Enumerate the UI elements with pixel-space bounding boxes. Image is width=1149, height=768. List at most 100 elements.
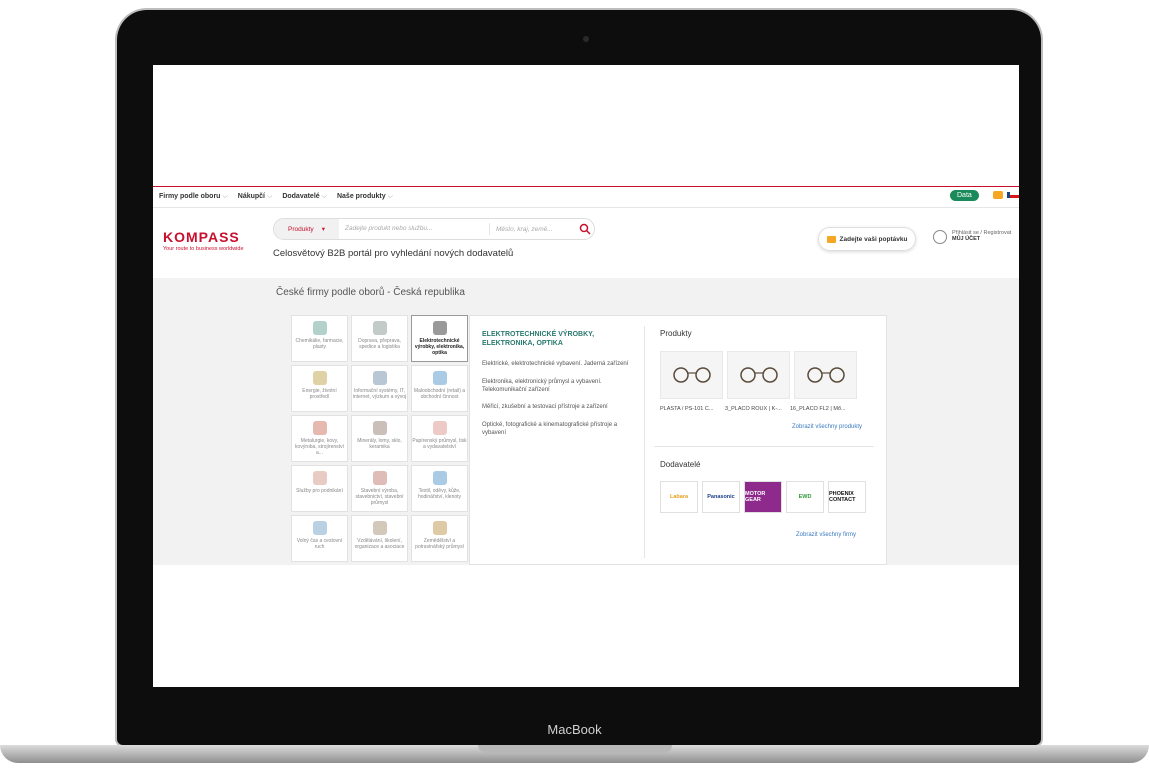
data-badge[interactable]: Data [950, 190, 979, 201]
search-button[interactable] [576, 220, 594, 238]
category-icon [432, 421, 447, 435]
category-label: Vzdělávání, školení, organizace a asocia… [354, 538, 405, 550]
product-name[interactable]: 16_PLACO FL2 | Mő... [790, 406, 851, 412]
supplier-logos: Labara Panasonic MOTOR GEAR EWD PHOENIX CONT… [660, 481, 866, 513]
search-category-select[interactable]: Produkty ▾ [274, 219, 339, 239]
topnav-item[interactable]: Nákupčí ⌵ [238, 193, 273, 201]
category-label: Metalurgie, kovy, kovýroba, strojírenstv… [295, 438, 344, 456]
all-suppliers-link[interactable]: Zobrazit všechny firmy [796, 532, 856, 538]
category-tile[interactable]: Textil, oděvy, kůže, hodinářství, klenot… [411, 465, 468, 512]
submit-inquiry-label: Zadejte vaši poptávku [839, 235, 908, 243]
category-tile[interactable]: Stavební výroba, stavebnictví, stavební … [351, 465, 408, 512]
category-label: Papírenský průmysl, tisk a vydavatelství [412, 438, 467, 450]
supplier-logo[interactable]: MOTOR GEAR [744, 481, 782, 513]
all-products-link[interactable]: Zobrazit všechny produkty [792, 424, 862, 430]
topnav-item[interactable]: Naše produkty ⌵ [337, 193, 393, 201]
search-icon [579, 223, 591, 235]
logo-tagline: Your route to business worldwide [163, 246, 244, 252]
category-tile[interactable]: Elektrotechnické výrobky, elektronika, o… [411, 315, 468, 362]
category-label: Zemědělství a potravinářský průmysl [415, 538, 464, 550]
category-label: Stavební výroba, stavebnictví, stavební … [355, 488, 404, 506]
supplier-logo[interactable]: Labara [660, 481, 698, 513]
category-label: Informační systémy, IT, internet, výzkum… [352, 388, 407, 400]
category-tile[interactable]: Maloobchodní (retail) a obchodní činnost [411, 365, 468, 412]
laptop-notch [478, 745, 672, 753]
category-tile[interactable]: Metalurgie, kovy, kovýroba, strojírenstv… [291, 415, 348, 462]
category-tile[interactable]: Vzdělávání, školení, organizace a asocia… [351, 515, 408, 562]
category-label: Elektrotechnické výrobky, elektronika, o… [414, 338, 465, 356]
eyeglasses-icon [672, 367, 711, 383]
topnav-item-label: Nákupčí [237, 193, 265, 200]
subcategory-link[interactable]: Měřicí, zkušební a testovací přístroje a… [482, 403, 632, 411]
category-icon [372, 521, 387, 535]
product-names: PLASTA / PS-101 C... 3_PLACO ROUX | K-...… [660, 406, 851, 412]
product-image[interactable] [794, 351, 857, 399]
category-tile[interactable]: Zemědělství a potravinářský průmysl [411, 515, 468, 562]
product-image[interactable] [727, 351, 790, 399]
category-label: Maloobchodní (retail) a obchodní činnost [413, 388, 466, 400]
submit-inquiry-button[interactable]: Zadejte vaši poptávku [818, 227, 916, 251]
category-tile[interactable]: Chemikálie, farmacie, plasty [291, 315, 348, 362]
category-label: Minerály, lomy, sklo, keramika [357, 438, 402, 450]
category-tile[interactable]: Informační systémy, IT, internet, výzkum… [351, 365, 408, 412]
portal-tagline: Celosvětový B2B portál pro vyhledání nov… [273, 248, 514, 259]
category-tile[interactable]: Papírenský průmysl, tisk a vydavatelství [411, 415, 468, 462]
product-search-input[interactable]: Zadejte produkt nebo službu... [339, 223, 490, 235]
category-tile[interactable]: Doprava, přeprava, spedice a logistika [351, 315, 408, 362]
search-category-label: Produkty [288, 225, 314, 233]
product-name[interactable]: 3_PLACO ROUX | K-... [725, 406, 786, 412]
category-label: Doprava, přeprava, spedice a logistika [358, 338, 401, 350]
subcategory-list: ELEKTROTECHNICKÉ VÝROBKY, ELEKTRONIKA, O… [482, 330, 632, 447]
subcategory-link[interactable]: Elektrické, elektrotechnické vybavení. J… [482, 360, 632, 368]
caret-down-icon: ▾ [321, 226, 325, 233]
device-brand-label: MacBook [547, 722, 602, 737]
category-tile[interactable]: Volný čas a cestovní ruch [291, 515, 348, 562]
category-icon [432, 371, 447, 385]
top-navigation: Firmy podle oboru ⌵ Nákupčí ⌵ Dodavatelé ⌵ Naš… [153, 186, 1019, 208]
topnav-item-label: Firmy podle oboru [159, 193, 221, 200]
horizontal-divider [654, 446, 874, 447]
screen: Firmy podle oboru ⌵ Nákupčí ⌵ Dodavatelé ⌵ Naš… [153, 65, 1019, 687]
category-icon [312, 421, 327, 435]
supplier-logo[interactable]: EWD [786, 481, 824, 513]
category-tile[interactable]: Energie, životní prostředí [291, 365, 348, 412]
category-label: Služby pro podnikání [296, 488, 343, 494]
product-image[interactable] [660, 351, 723, 399]
user-avatar-icon [933, 230, 947, 244]
detail-title[interactable]: ELEKTROTECHNICKÉ VÝROBKY, ELEKTRONIKA, O… [482, 330, 632, 348]
category-icon [312, 471, 327, 485]
topnav-item-label: Dodavatelé [282, 193, 320, 200]
chevron-down-icon: ⌵ [267, 193, 273, 200]
place-search-input[interactable]: Město, kraj, země... [490, 226, 576, 233]
category-grid: Chemikálie, farmacie, plasty Doprava, pře… [291, 315, 468, 562]
envelope-icon [826, 235, 836, 243]
chevron-down-icon: ⌵ [387, 193, 393, 200]
topnav-item[interactable]: Firmy podle oboru ⌵ [159, 193, 228, 201]
search-bar: Produkty ▾ Zadejte produkt nebo službu..… [273, 218, 595, 240]
topnav-item[interactable]: Dodavatelé ⌵ [282, 193, 327, 201]
category-tile[interactable]: Služby pro podnikání [291, 465, 348, 512]
account-menu[interactable]: Přihlásit se / Registrovat MŮJ ÚČET [933, 230, 1011, 244]
czech-flag-icon[interactable] [1007, 192, 1019, 198]
category-icon [312, 371, 327, 385]
subcategory-link[interactable]: Elektronika, elektronický průmysl a vyba… [482, 378, 632, 395]
eyeglasses-icon [806, 367, 845, 383]
subcategory-link[interactable]: Optické, fotografické a kinematografické… [482, 421, 632, 438]
category-icon [372, 321, 387, 335]
category-icon [312, 521, 327, 535]
category-label: Chemikálie, farmacie, plasty [295, 338, 344, 350]
topnav-item-label: Naše produkty [336, 193, 386, 200]
products-heading: Produkty [660, 329, 692, 338]
category-detail-panel: ELEKTROTECHNICKÉ VÝROBKY, ELEKTRONIKA, O… [469, 315, 887, 565]
supplier-logo[interactable]: PHOENIX CONTACT [828, 481, 866, 513]
chevron-down-icon: ⌵ [222, 193, 228, 200]
vertical-divider [644, 326, 645, 558]
category-icon [432, 521, 447, 535]
product-name[interactable]: PLASTA / PS-101 C... [660, 406, 721, 412]
mail-icon[interactable] [993, 191, 1003, 199]
product-images [660, 351, 857, 399]
supplier-logo[interactable]: Panasonic [702, 481, 740, 513]
category-tile[interactable]: Minerály, lomy, sklo, keramika [351, 415, 408, 462]
kompass-logo[interactable]: KOMPASS Your route to business worldwide [163, 230, 244, 252]
category-icon [312, 321, 327, 335]
